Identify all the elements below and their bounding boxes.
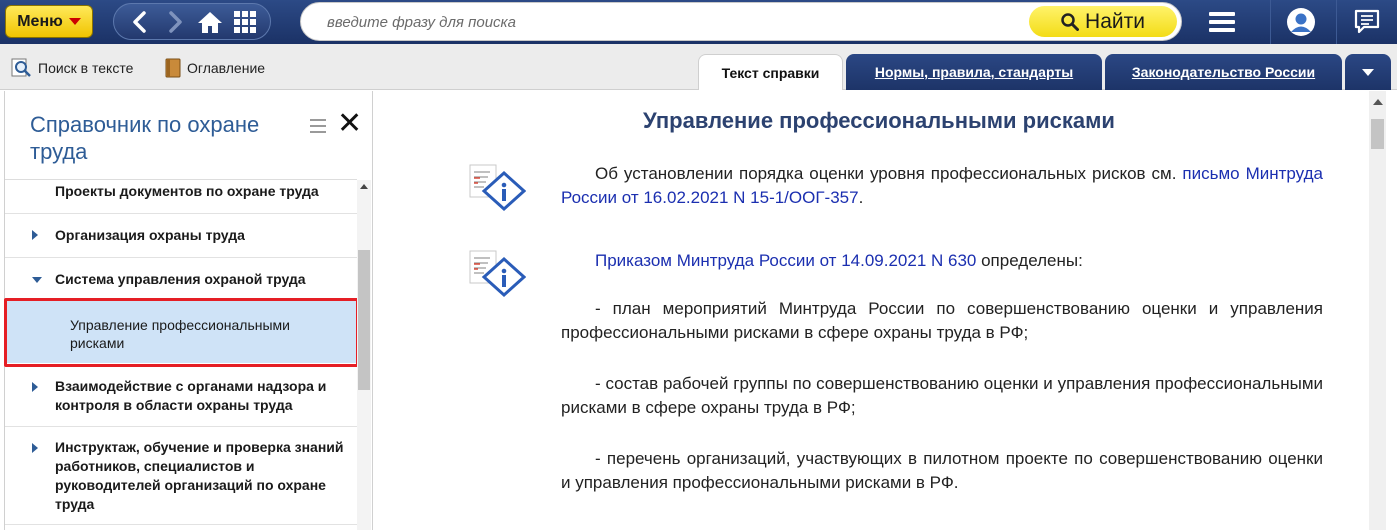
tab-help-text[interactable]: Текст справки <box>698 54 843 90</box>
sidebar-item-briefing-training[interactable]: Инструктаж, обучение и проверка знаний р… <box>5 427 357 525</box>
paragraph-1: Об установлении порядка оценки уровня пр… <box>561 162 1323 210</box>
find-button[interactable]: Найти <box>1029 6 1177 37</box>
sidebar-item-professional-risk-management[interactable]: Управление профессиональными рисками <box>5 299 357 363</box>
search-input[interactable] <box>327 11 1017 33</box>
document-view: Управление профессиональными рисками Об … <box>374 91 1368 530</box>
document-title: Управление профессиональными рисками <box>643 108 1115 133</box>
paragraph-3: - план мероприятий Минтруда России по со… <box>561 297 1323 345</box>
scrollbar-thumb[interactable] <box>1371 119 1384 149</box>
tab-russian-legislation[interactable]: Законодательство России <box>1105 54 1342 90</box>
toolbar: Поиск в тексте Оглавление Текст справки … <box>0 44 1397 90</box>
user-profile-icon[interactable] <box>1270 0 1330 44</box>
sidebar-item-label: Взаимодействие с органами надзора и конт… <box>55 378 327 413</box>
chevron-right-icon <box>32 230 38 240</box>
chevron-right-icon <box>32 382 38 392</box>
sidebar-item-label: Инструктаж, обучение и проверка знаний р… <box>55 439 344 512</box>
chevron-down-icon <box>32 277 42 283</box>
tab-label: Законодательство России <box>1131 64 1316 80</box>
apps-grid-icon[interactable] <box>231 8 259 36</box>
top-bar: Меню Найти <box>0 0 1397 44</box>
scroll-up-icon[interactable] <box>1373 99 1383 105</box>
feedback-message-icon[interactable] <box>1336 0 1396 44</box>
sidebar-item-safety-management-system[interactable]: Система управления охраной труда <box>5 258 357 301</box>
list-options-icon[interactable] <box>310 119 326 138</box>
paragraph-2: Приказом Минтруда России от 14.09.2021 N… <box>561 249 1323 273</box>
scroll-up-icon[interactable] <box>360 184 368 189</box>
nav-group <box>113 3 271 40</box>
menu-button-label: Меню <box>17 12 63 30</box>
sidebar-item-label: Проекты документов по охране труда <box>55 183 319 199</box>
home-icon[interactable] <box>196 8 224 36</box>
hamburger-menu-icon[interactable] <box>1192 0 1252 44</box>
paragraph-end: . <box>858 188 864 207</box>
chevron-right-icon <box>32 443 38 453</box>
sidebar-item-label: Организация охраны труда <box>55 227 245 243</box>
paragraph-text: определены: <box>976 251 1083 270</box>
paragraph-text: - план мероприятий Минтруда России по со… <box>561 299 1323 342</box>
sidebar-title: Справочник по охране труда <box>30 112 260 164</box>
content-scrollbar[interactable] <box>1369 91 1386 530</box>
book-icon <box>165 58 181 78</box>
paragraph-4: - состав рабочей группы по совершенствов… <box>561 372 1323 420</box>
sidebar-item-supervision-interaction[interactable]: Взаимодействие с органами надзора и конт… <box>5 367 357 427</box>
link-order-mintrud[interactable]: Приказом Минтруда России от 14.09.2021 N… <box>595 251 976 270</box>
paragraph-text: - состав рабочей группы по совершенствов… <box>561 374 1323 417</box>
contents-label: Оглавление <box>187 60 266 76</box>
forward-icon[interactable] <box>161 8 189 36</box>
tab-label: Текст справки <box>721 64 820 81</box>
paragraph-5: - перечень организаций, участвующих в пи… <box>561 447 1323 495</box>
tab-norms-standards[interactable]: Нормы, правила, стандарты <box>846 54 1102 90</box>
sidebar-item-document-drafts[interactable]: Проекты документов по охране труда <box>5 180 357 214</box>
sidebar-item-safety-organization[interactable]: Организация охраны труда <box>5 214 357 258</box>
search-bar: Найти <box>300 2 1182 41</box>
info-document-icon[interactable] <box>468 249 527 299</box>
find-button-label: Найти <box>1085 9 1145 33</box>
search-in-text-icon <box>11 58 31 77</box>
tab-label: Нормы, правила, стандарты <box>874 64 1074 80</box>
close-icon[interactable]: ✕ <box>337 109 362 139</box>
paragraph-text: Об установлении порядка оценки уровня пр… <box>595 164 1183 183</box>
search-in-text-label: Поиск в тексте <box>38 60 134 76</box>
search-in-text-button[interactable]: Поиск в тексте <box>11 58 133 78</box>
chevron-down-icon <box>1362 68 1374 76</box>
sidebar-item-label: Управление профессиональными рисками <box>70 317 291 351</box>
contents-button[interactable]: Оглавление <box>164 58 265 78</box>
paragraph-text: - перечень организаций, участвующих в пи… <box>561 449 1323 492</box>
info-document-icon[interactable] <box>468 163 527 213</box>
caret-down-icon <box>68 18 81 25</box>
sidebar-scrollbar[interactable] <box>357 180 371 530</box>
menu-button[interactable]: Меню <box>5 5 93 38</box>
magnifier-icon <box>1061 12 1080 31</box>
tabs-more-dropdown[interactable] <box>1345 54 1391 90</box>
sidebar-item-label: Система управления охраной труда <box>55 271 306 287</box>
scrollbar-thumb[interactable] <box>358 250 370 390</box>
back-icon[interactable] <box>126 8 154 36</box>
